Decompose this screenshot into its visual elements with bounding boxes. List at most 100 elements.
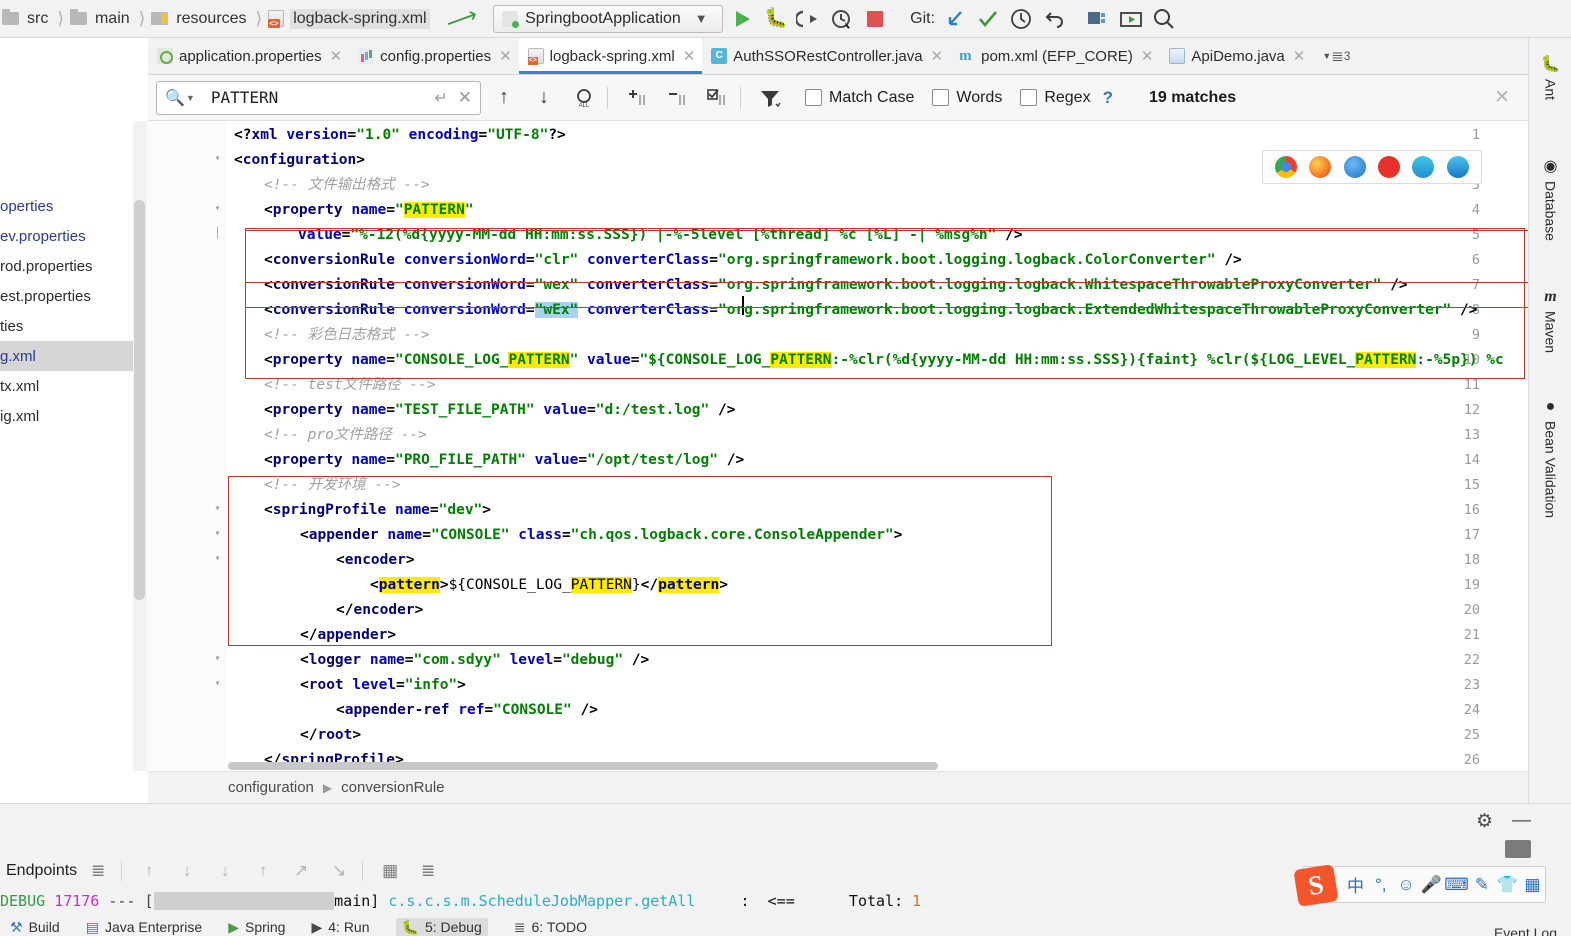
run-to-cursor-icon[interactable]: ↗ [284, 857, 318, 885]
list-item[interactable]: operties [0, 191, 133, 221]
code-line-12[interactable]: <property name="TEST_FILE_PATH" value="d… [264, 398, 735, 423]
tool-window-database[interactable]: ◉ Database [1529, 156, 1571, 241]
gear-icon[interactable]: ⚙ [1476, 810, 1493, 833]
ime-mode-chinese[interactable]: 中 [1343, 872, 1368, 898]
code-line-24[interactable]: <appender-ref ref="CONSOLE" /> [336, 698, 598, 723]
ime-punctuation-icon[interactable]: °, [1368, 872, 1393, 898]
settings-list-icon[interactable]: ≣ [411, 857, 445, 885]
fold-marker-icon[interactable]: ▾ [212, 204, 223, 215]
opera-icon[interactable] [1378, 156, 1401, 178]
run-configuration-selector[interactable]: SpringbootApplication ▼ [493, 4, 724, 33]
ime-emoji-icon[interactable]: ☺ [1393, 872, 1418, 898]
code-line-19[interactable]: <pattern>${CONSOLE_LOG_PATTERN}</pattern… [370, 573, 728, 598]
close-icon[interactable]: ✕ [330, 47, 343, 65]
table-view-icon[interactable]: ▦ [373, 857, 407, 885]
recent-search-icon[interactable]: ↵ [434, 88, 447, 108]
add-occurrence-button[interactable] [620, 81, 654, 115]
ime-keyboard-icon[interactable]: ⌨ [1444, 872, 1469, 898]
git-update-project-icon[interactable] [942, 6, 968, 32]
build-arrow-icon[interactable]: ⟶ [442, 1, 481, 36]
status-item-run[interactable]: ▶ 4: Run [311, 919, 369, 936]
code-line-4[interactable]: <property name="PATTERN" [264, 198, 474, 223]
tab-apidemo-java[interactable]: ApiDemo.java ✕ [1160, 38, 1312, 74]
tab-pom-xml[interactable]: m pom.xml (EFP_CORE) ✕ [950, 38, 1160, 74]
tab-overflow-button[interactable]: ▼ ≣ 3 [1312, 38, 1350, 74]
presentation-mode-icon[interactable] [1118, 6, 1144, 32]
event-log-label[interactable]: Event Log [1494, 925, 1557, 936]
evaluate-expression-icon[interactable]: ↘ [322, 857, 356, 885]
code-line-18[interactable]: <encoder> [336, 548, 415, 573]
status-item-debug[interactable]: 🐛 5: Debug [395, 918, 488, 936]
list-item[interactable]: ev.properties [0, 221, 133, 251]
status-item-todo[interactable]: ≣ 6: TODO [514, 919, 587, 936]
code-line-7[interactable]: <conversionRule conversionWord="wex" con… [264, 273, 1408, 298]
list-item-selected[interactable]: g.xml [0, 341, 133, 371]
code-line-3[interactable]: <!-- 文件输出格式 --> [264, 173, 430, 198]
list-item[interactable]: est.properties [0, 281, 133, 311]
close-icon[interactable]: ✕ [1141, 47, 1154, 65]
code-line-6[interactable]: <conversionRule conversionWord="clr" con… [264, 248, 1242, 273]
endpoints-list-icon[interactable]: ≣ [81, 857, 115, 885]
select-all-occurrences-button[interactable]: ALL [567, 81, 601, 115]
run-button[interactable] [730, 6, 756, 32]
breadcrumb-conversionrule[interactable]: conversionRule [341, 779, 444, 796]
project-file-list[interactable]: operties ev.properties rod.properties es… [0, 121, 133, 771]
firefox-icon[interactable] [1309, 156, 1332, 178]
tab-logback-spring-xml[interactable]: logback-spring.xml ✕ [518, 38, 703, 74]
select-occurrence-button[interactable] [700, 81, 734, 115]
ime-toolbar[interactable]: S 中 °, ☺ 🎤 ⌨ ✎ 👕 ▦ [1293, 864, 1546, 907]
profile-button[interactable] [829, 6, 855, 32]
code-line-2[interactable]: <configuration> [234, 148, 365, 173]
search-field-wrapper[interactable]: 🔍 ▼ ↵ ✕ [156, 80, 481, 115]
tab-authssorestcontroller-java[interactable]: C AuthSSORestController.java ✕ [702, 38, 950, 74]
code-line-15[interactable]: <!-- 开发环境 --> [264, 473, 401, 498]
tool-window-maven[interactable]: m Maven [1529, 288, 1571, 353]
step-out-icon[interactable]: ↑ [246, 857, 280, 885]
close-icon[interactable]: ✕ [1293, 47, 1306, 65]
sogou-logo-icon[interactable]: S [1293, 864, 1339, 907]
find-previous-button[interactable]: ↑ [487, 81, 521, 115]
breadcrumb-item-resources[interactable]: resources [149, 9, 251, 29]
chrome-icon[interactable] [1275, 156, 1298, 178]
fold-marker-icon[interactable]: ▾ [212, 154, 223, 165]
browser-preview-toolbar[interactable] [1262, 150, 1482, 184]
ie-icon[interactable] [1446, 156, 1469, 178]
remove-occurrence-button[interactable] [660, 81, 694, 115]
code-line-1[interactable]: <?xml version="1.0" encoding="UTF-8"?> [234, 123, 566, 148]
fold-marker-icon[interactable]: ▾ [212, 654, 223, 665]
search-everywhere-icon[interactable] [1151, 6, 1177, 32]
status-item-build[interactable]: ⚒ Build [10, 919, 60, 936]
code-line-16[interactable]: <springProfile name="dev"> [264, 498, 491, 523]
code-line-13[interactable]: <!-- pro文件路径 --> [264, 423, 427, 448]
code-line-8[interactable]: <conversionRule conversionWord="wEx" con… [264, 298, 1478, 323]
safari-icon[interactable] [1343, 156, 1366, 178]
tab-config-properties[interactable]: config.properties ✕ [349, 38, 518, 74]
list-item[interactable]: rod.properties [0, 251, 133, 281]
tool-window-bean-validation[interactable]: ● Bean Validation [1529, 398, 1571, 518]
debug-button[interactable]: 🐛 [763, 6, 789, 32]
breadcrumb-item-file[interactable]: logback-spring.xml [266, 8, 431, 29]
code-line-5[interactable]: value="%-12(%d{yyyy-MM-dd HH:mm:ss.SSS})… [298, 223, 1023, 248]
fold-marker-icon[interactable]: ▾ [212, 554, 223, 565]
code-line-23[interactable]: <root level="info"> [300, 673, 466, 698]
filter-button[interactable] [753, 81, 787, 115]
close-icon[interactable]: ✕ [499, 47, 512, 65]
close-icon[interactable]: ✕ [683, 47, 696, 65]
words-checkbox[interactable]: Words [932, 89, 1002, 107]
code-line-11[interactable]: <!-- test文件路径 --> [264, 373, 436, 398]
breadcrumb-item-src[interactable]: src [0, 9, 53, 29]
code-line-21[interactable]: </appender> [300, 623, 396, 648]
code-line-14[interactable]: <property name="PRO_FILE_PATH" value="/o… [264, 448, 744, 473]
status-item-spring[interactable]: ▶ Spring [228, 919, 285, 936]
git-rollback-icon[interactable] [1041, 6, 1067, 32]
code-line-9[interactable]: <!-- 彩色日志格式 --> [264, 323, 430, 348]
search-input[interactable] [208, 87, 425, 108]
fold-marker-icon[interactable]: ▾ [212, 504, 223, 515]
editor-horizontal-scroll-thumb[interactable] [228, 762, 938, 770]
fold-marker-icon[interactable]: ▾ [212, 529, 223, 540]
clear-search-icon[interactable]: ✕ [458, 88, 472, 108]
code-editor[interactable]: 1 2 3 4 5 6 7 8 9 10 11 12 13 14 15 16 1… [148, 121, 1528, 771]
minimize-icon[interactable]: — [1512, 810, 1531, 832]
ime-handwriting-icon[interactable]: ✎ [1469, 872, 1494, 898]
code-line-17[interactable]: <appender name="CONSOLE" class="ch.qos.l… [300, 523, 902, 548]
